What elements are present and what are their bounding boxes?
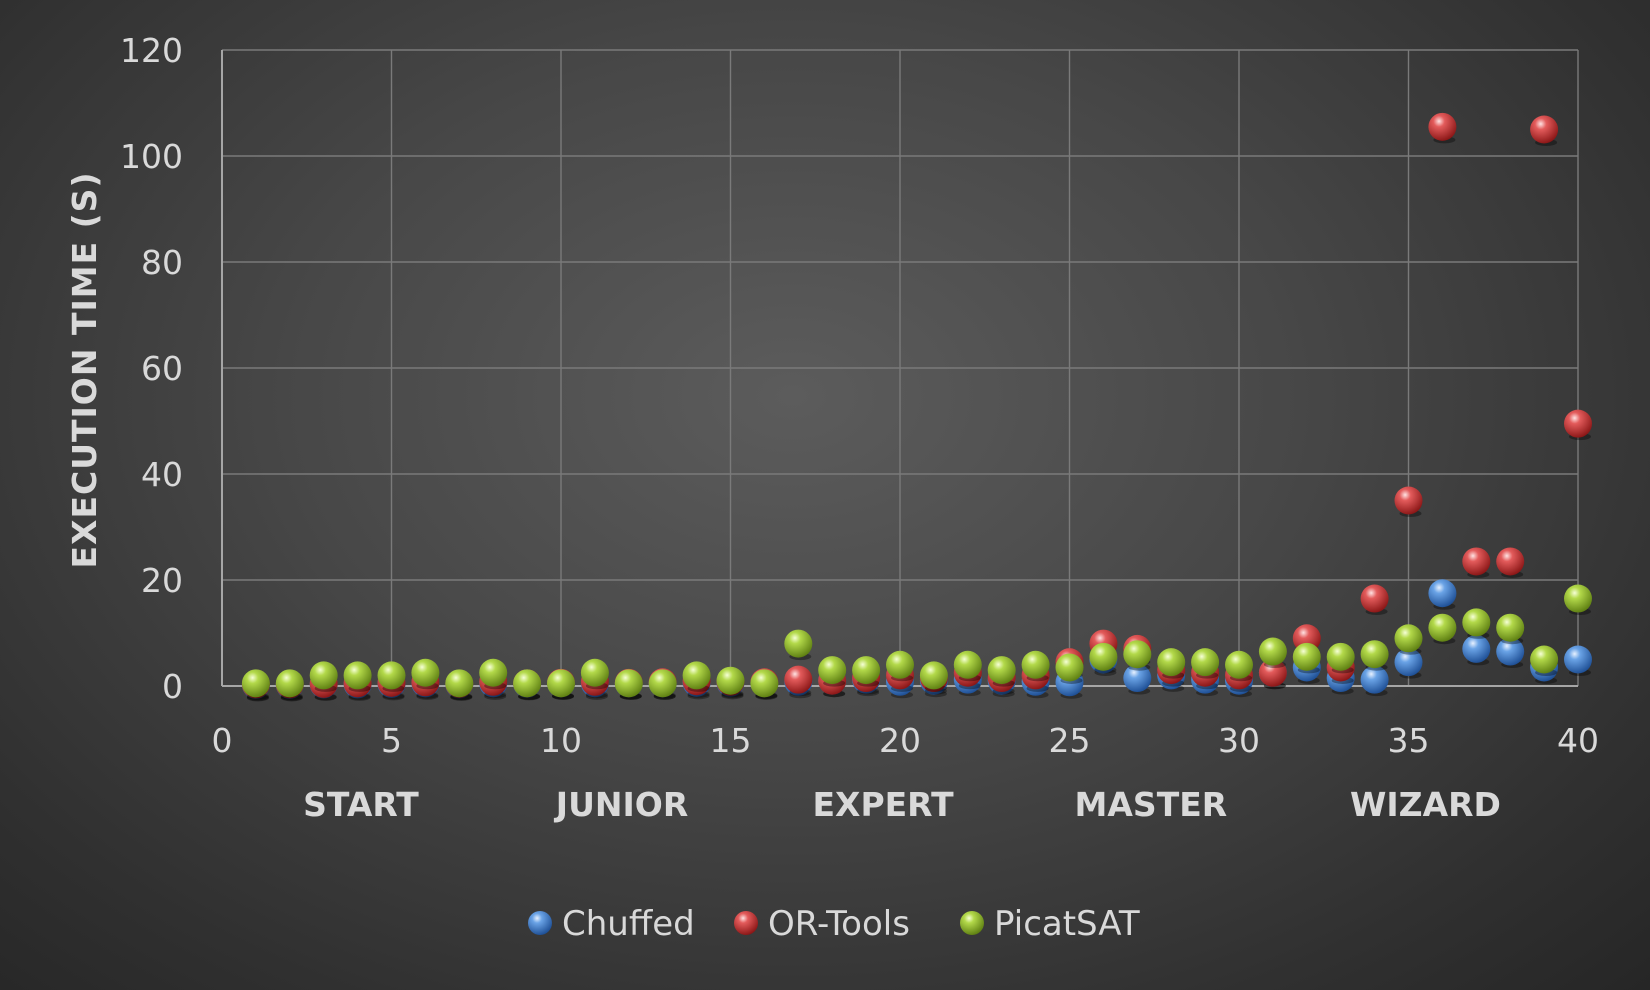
- data-point: [953, 650, 982, 679]
- data-point: [1564, 409, 1592, 438]
- data-points: [241, 112, 1592, 702]
- legend-item: OR-Tools: [734, 904, 910, 944]
- data-point: [1326, 642, 1355, 671]
- y-tick-label: 80: [141, 243, 183, 282]
- data-point: [784, 665, 813, 694]
- data-point: [1564, 584, 1592, 613]
- x-tick-label: 10: [540, 721, 582, 760]
- data-point: [513, 669, 542, 698]
- y-tick-label: 60: [141, 349, 183, 388]
- data-point: [1496, 547, 1525, 576]
- data-point: [275, 669, 304, 698]
- x-tick-label: 20: [879, 721, 921, 760]
- series-picatsat: [241, 584, 1592, 700]
- y-tick-label: 0: [162, 667, 183, 706]
- category-label: START: [303, 785, 419, 824]
- y-tick-label: 40: [141, 455, 183, 494]
- x-tick-label: 25: [1049, 721, 1091, 760]
- data-point: [580, 658, 609, 687]
- data-point: [1360, 640, 1389, 669]
- data-point: [1462, 547, 1491, 576]
- data-point: [886, 650, 914, 679]
- x-tick-label: 15: [710, 721, 752, 760]
- data-point: [411, 658, 440, 687]
- legend-marker: [528, 911, 552, 935]
- y-tick-label: 20: [141, 561, 183, 600]
- x-tick-label: 40: [1557, 721, 1599, 760]
- data-point: [1530, 645, 1559, 674]
- data-point: [1258, 637, 1287, 666]
- data-point: [445, 669, 474, 698]
- data-point: [1225, 650, 1253, 679]
- x-tick-label: 5: [381, 721, 402, 760]
- data-point: [648, 669, 677, 698]
- data-point: [1428, 613, 1457, 642]
- legend-label: PicatSAT: [994, 904, 1140, 944]
- scatter-chart: 0 20 40 60 80 100 120 0 5 10 15 20 25 30 35 40 START JUNI…: [65, 31, 1599, 944]
- data-point: [818, 656, 847, 685]
- data-point: [1394, 624, 1423, 653]
- data-point: [1089, 642, 1118, 671]
- axis-labels: 0 20 40 60 80 100 120 0 5 10 15 20 25 30 35 40 START JUNI…: [120, 31, 1599, 824]
- x-tick-label: 0: [212, 721, 233, 760]
- legend-item: PicatSAT: [960, 904, 1140, 944]
- data-point: [919, 661, 948, 690]
- data-point: [1530, 115, 1559, 144]
- legend: Chuffed OR-Tools PicatSAT: [528, 904, 1140, 944]
- legend-label: Chuffed: [562, 904, 695, 944]
- data-point: [1360, 584, 1389, 613]
- data-point: [784, 629, 813, 658]
- data-point: [479, 658, 508, 687]
- data-point: [241, 669, 270, 698]
- data-point: [1191, 648, 1220, 677]
- data-point: [1394, 486, 1423, 515]
- category-label: EXPERT: [812, 785, 954, 824]
- y-axis-label: EXECUTION TIME (S): [65, 171, 104, 568]
- legend-item: Chuffed: [528, 904, 695, 944]
- series-or-tools: [241, 112, 1592, 701]
- data-point: [1428, 579, 1457, 608]
- data-point: [309, 661, 338, 690]
- data-point: [1428, 112, 1457, 141]
- data-point: [852, 656, 881, 685]
- legend-marker: [960, 911, 984, 935]
- data-point: [1462, 634, 1491, 663]
- data-point: [716, 666, 745, 695]
- category-label: JUNIOR: [554, 785, 688, 824]
- data-point: [343, 661, 372, 690]
- data-point: [614, 669, 643, 698]
- y-tick-label: 100: [120, 137, 183, 176]
- x-tick-label: 35: [1388, 721, 1430, 760]
- data-point: [1496, 613, 1525, 642]
- y-tick-label: 120: [120, 31, 183, 70]
- data-point: [1123, 640, 1152, 669]
- data-point: [377, 661, 406, 690]
- category-label: WIZARD: [1350, 785, 1501, 824]
- series-chuffed: [241, 579, 1592, 702]
- data-point: [682, 661, 711, 690]
- legend-marker: [734, 911, 758, 935]
- data-point: [1564, 645, 1592, 674]
- data-point: [1462, 608, 1491, 637]
- data-point: [1157, 648, 1186, 677]
- data-point: [750, 669, 779, 698]
- category-label: MASTER: [1075, 785, 1228, 824]
- data-point: [1055, 653, 1084, 682]
- legend-label: OR-Tools: [768, 904, 910, 944]
- x-tick-label: 30: [1218, 721, 1260, 760]
- data-point: [547, 669, 575, 698]
- data-point: [1021, 650, 1050, 679]
- data-point: [987, 656, 1016, 685]
- data-point: [1292, 642, 1321, 671]
